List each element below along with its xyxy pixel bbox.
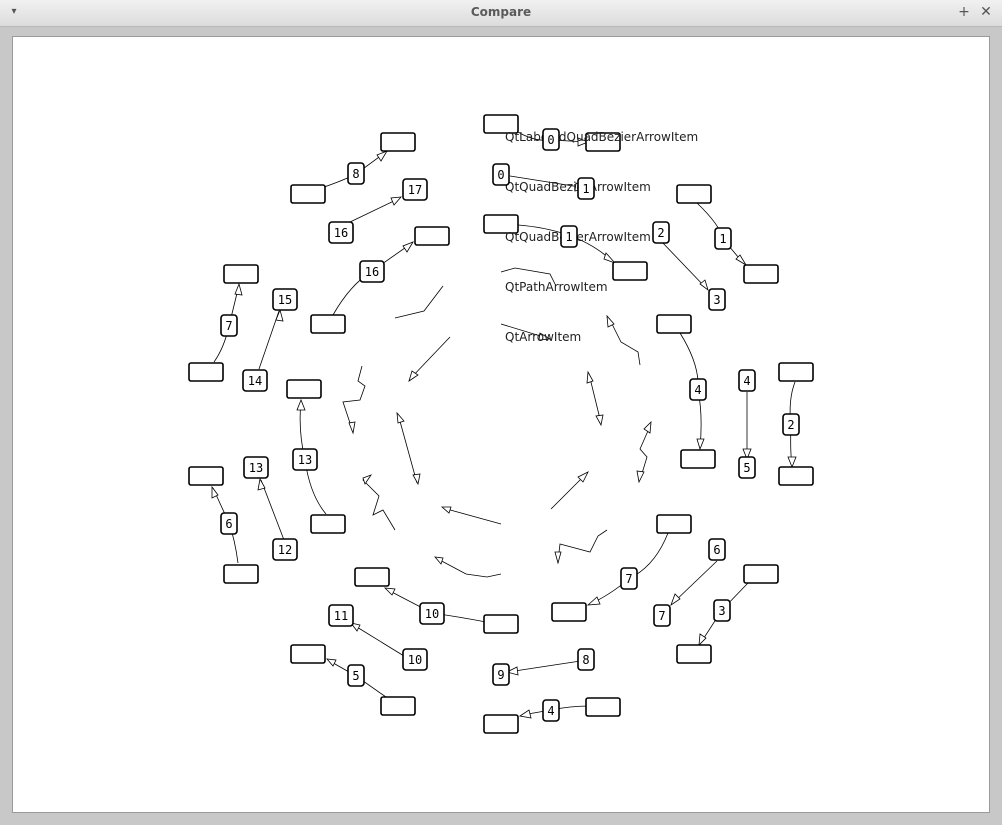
label-box: 4 [738, 369, 756, 392]
svg-text:6: 6 [713, 543, 720, 557]
label-box: 1 [577, 177, 595, 200]
item-box [310, 314, 346, 334]
svg-text:1: 1 [565, 230, 572, 244]
label-box: 5 [738, 456, 756, 479]
item-box [676, 644, 712, 664]
item-box [778, 362, 814, 382]
item-box [223, 564, 259, 584]
svg-text:13: 13 [249, 461, 263, 475]
svg-text:8: 8 [582, 653, 589, 667]
item-box [585, 697, 621, 717]
svg-text:10: 10 [408, 653, 422, 667]
svg-text:8: 8 [352, 167, 359, 181]
label-box: 5 [347, 664, 365, 687]
label-box: 10 [402, 648, 428, 671]
svg-text:14: 14 [248, 374, 262, 388]
legend-labeled-quad-bezier: QtLabeledQuadBezierArrowItem [505, 130, 698, 144]
item-box [483, 614, 519, 634]
item-box [680, 449, 716, 469]
label-box: 11 [328, 604, 354, 627]
svg-text:15: 15 [278, 293, 292, 307]
label-box: 2 [782, 413, 800, 436]
item-box [188, 466, 224, 486]
item-box [223, 264, 259, 284]
item-box [380, 696, 416, 716]
svg-text:7: 7 [625, 572, 632, 586]
label-box: 12 [272, 538, 298, 561]
label-box: 0 [542, 128, 560, 151]
svg-text:16: 16 [365, 265, 379, 279]
label-box: 14 [242, 369, 268, 392]
label-box: 13 [243, 456, 269, 479]
label-box: 1 [714, 227, 732, 250]
item-box [676, 184, 712, 204]
svg-text:12: 12 [278, 543, 292, 557]
label-box: 13 [292, 448, 318, 471]
svg-text:5: 5 [352, 669, 359, 683]
label-box: 10 [419, 602, 445, 625]
label-box: 7 [620, 567, 638, 590]
svg-text:7: 7 [658, 609, 665, 623]
label-box: 6 [708, 538, 726, 561]
label-box: 9 [492, 663, 510, 686]
legend-quad-bezier-2: QtQuadBezierArrowItem [505, 230, 651, 244]
label-box: 7 [653, 604, 671, 627]
label-box: 15 [272, 288, 298, 311]
svg-text:4: 4 [743, 374, 750, 388]
item-box [290, 184, 326, 204]
label-box: 4 [689, 378, 707, 401]
svg-text:5: 5 [743, 461, 750, 475]
item-boxes[interactable] [188, 114, 814, 734]
item-box [612, 261, 648, 281]
item-box [743, 264, 779, 284]
item-box [778, 466, 814, 486]
svg-text:9: 9 [497, 668, 504, 682]
item-box [310, 514, 346, 534]
svg-text:13: 13 [298, 453, 312, 467]
svg-text:10: 10 [425, 607, 439, 621]
svg-text:17: 17 [408, 183, 422, 197]
item-box [551, 602, 587, 622]
label-box: 16 [359, 260, 385, 283]
legend-arrow: QtArrowItem [505, 330, 581, 344]
label-box: 6 [220, 512, 238, 535]
svg-text:6: 6 [225, 517, 232, 531]
svg-text:16: 16 [334, 226, 348, 240]
svg-text:7: 7 [225, 319, 232, 333]
item-box [290, 644, 326, 664]
item-box [354, 567, 390, 587]
label-box: 3 [713, 599, 731, 622]
label-box: 16 [328, 221, 354, 244]
label-box: 2 [652, 221, 670, 244]
item-box [743, 564, 779, 584]
svg-text:2: 2 [657, 226, 664, 240]
svg-text:11: 11 [334, 609, 348, 623]
item-box [188, 362, 224, 382]
item-box [483, 714, 519, 734]
label-box: 0 [492, 163, 510, 186]
svg-text:2: 2 [787, 418, 794, 432]
item-box [656, 514, 692, 534]
legend-path-arrow: QtPathArrowItem [505, 280, 608, 294]
svg-text:3: 3 [718, 604, 725, 618]
svg-text:1: 1 [582, 182, 589, 196]
arrow-scene: QtLabeledQuadBezierArrowItem QtQuadBezie… [188, 114, 814, 734]
item-box [656, 314, 692, 334]
item-box [414, 226, 450, 246]
label-box: 8 [347, 162, 365, 185]
svg-text:0: 0 [547, 133, 554, 147]
label-box: 3 [708, 288, 726, 311]
svg-text:1: 1 [719, 232, 726, 246]
item-box [286, 379, 322, 399]
label-box: 8 [577, 648, 595, 671]
label-box: 4 [542, 699, 560, 722]
label-box: 1 [560, 225, 578, 248]
svg-text:0: 0 [497, 168, 504, 182]
item-box [380, 132, 416, 152]
svg-text:4: 4 [694, 383, 701, 397]
svg-text:3: 3 [713, 293, 720, 307]
label-box: 17 [402, 178, 428, 201]
svg-text:4: 4 [547, 704, 554, 718]
label-box: 7 [220, 314, 238, 337]
